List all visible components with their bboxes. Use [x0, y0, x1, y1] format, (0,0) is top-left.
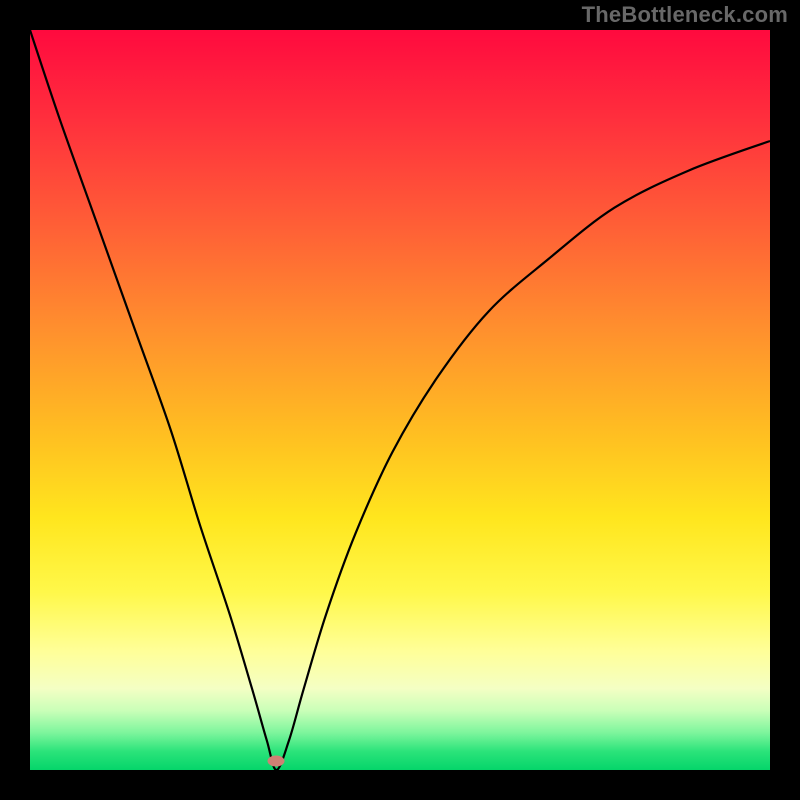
- bottleneck-curve: [30, 30, 770, 770]
- optimum-marker: [268, 756, 285, 767]
- chart-frame: TheBottleneck.com: [0, 0, 800, 800]
- plot-area: [30, 30, 770, 770]
- watermark-text: TheBottleneck.com: [582, 2, 788, 28]
